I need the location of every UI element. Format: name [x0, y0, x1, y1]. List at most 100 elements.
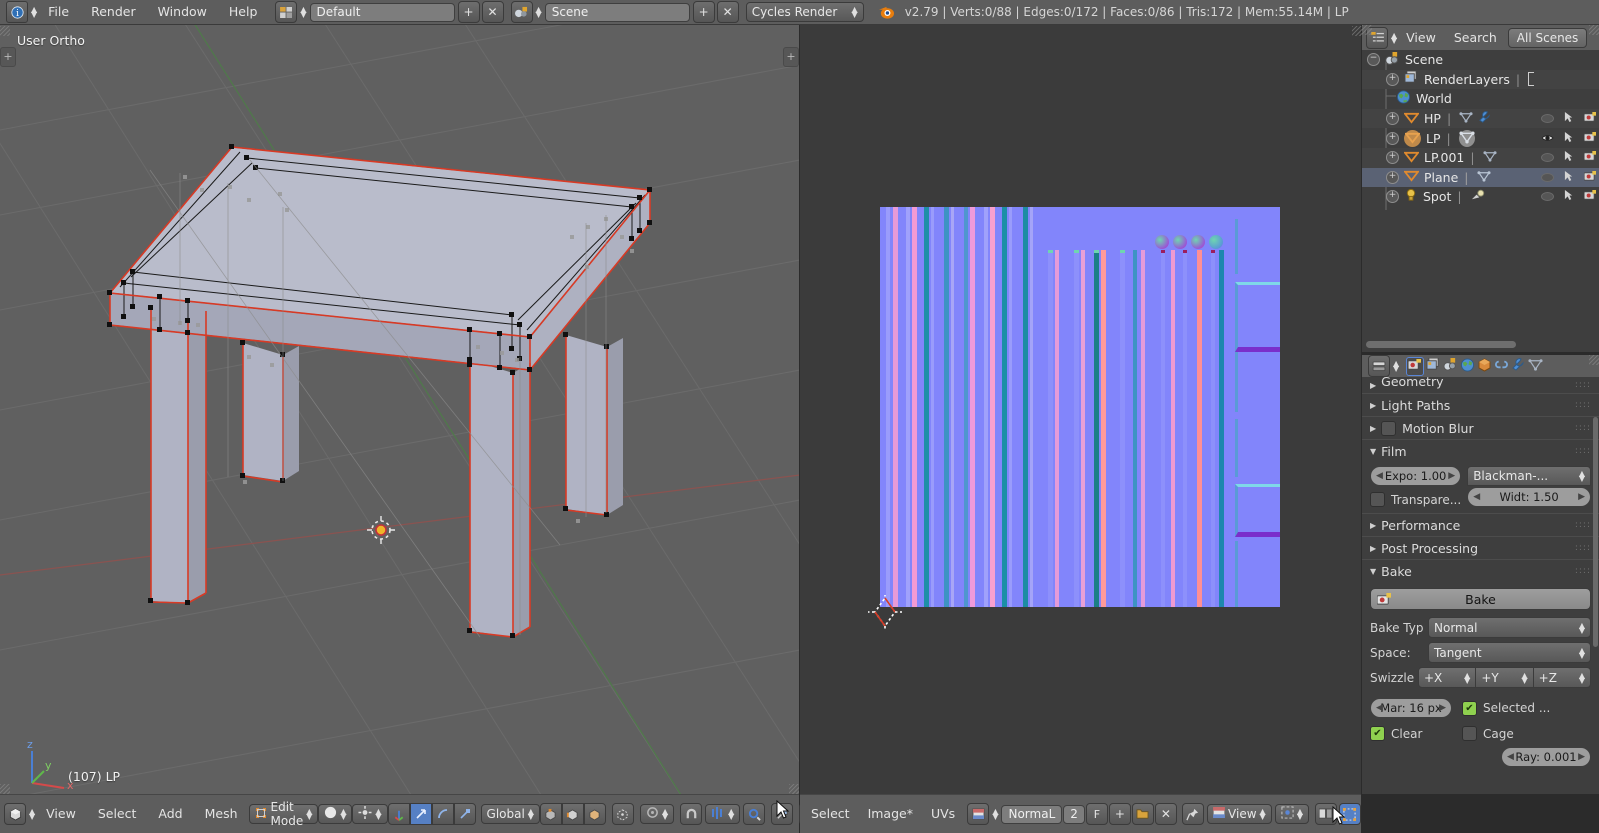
- properties-tabs[interactable]: [1406, 356, 1543, 376]
- area-corner-widget[interactable]: [1362, 25, 1372, 35]
- disclosure-triangle-icon[interactable]: +: [1386, 112, 1399, 126]
- rotate-manipulator-icon[interactable]: [431, 803, 454, 825]
- uv-menu-image[interactable]: Image*: [859, 801, 922, 827]
- translate-manipulator-icon[interactable]: [409, 803, 432, 825]
- panel-film[interactable]: ▼ Film ::::: [1362, 439, 1599, 462]
- outliner-restrict-columns[interactable]: [1541, 187, 1597, 207]
- menu-render[interactable]: Render: [80, 0, 147, 25]
- chevron-left-icon[interactable]: ◀: [1376, 471, 1383, 481]
- fake-user-button[interactable]: F: [1085, 803, 1108, 825]
- image-datablock-icon[interactable]: [967, 803, 990, 825]
- restrict-render-icon[interactable]: [1583, 189, 1597, 204]
- scene-selector[interactable]: ▲ ▼ Scene + ✕: [510, 1, 739, 23]
- snap-magnet-icon[interactable]: [680, 803, 703, 825]
- image-name-field[interactable]: NormaL: [1001, 804, 1063, 824]
- bake-type-row[interactable]: Bake Typ Normal ▲ ▼: [1370, 617, 1591, 638]
- outliner-row-lp001[interactable]: + LP.001 |: [1362, 147, 1599, 168]
- outliner-editor[interactable]: ▲ ▼ View Search All Scenes − Scene + Ren…: [1362, 25, 1599, 352]
- menu-file[interactable]: File: [37, 0, 80, 25]
- new-scene-button[interactable]: +: [692, 1, 715, 23]
- edge-select-icon[interactable]: [561, 803, 584, 825]
- image-users-count[interactable]: 2: [1063, 804, 1085, 824]
- uv-menu-uvs[interactable]: UVs: [922, 801, 964, 827]
- area-corner-widget[interactable]: [1589, 355, 1599, 365]
- panel-grip-icon[interactable]: ::::: [1575, 520, 1591, 530]
- disclosure-triangle-icon[interactable]: +: [1386, 131, 1399, 145]
- outliner-scope-toggle[interactable]: All Scenes: [1507, 27, 1588, 48]
- restrict-render-icon[interactable]: [1583, 170, 1597, 185]
- toolshelf-expand-tab[interactable]: +: [0, 47, 16, 67]
- film-filter-type-dropdown[interactable]: Blackman-... ▲ ▼: [1467, 466, 1591, 486]
- bake-button[interactable]: Bake: [1370, 588, 1591, 610]
- outliner-restrict-columns[interactable]: [1541, 109, 1597, 129]
- modifier-wrench-icon[interactable]: [1478, 110, 1492, 127]
- chevron-left-icon[interactable]: ◀: [1507, 752, 1514, 762]
- restrict-view-icon[interactable]: [1541, 192, 1554, 202]
- screen-layout-icon[interactable]: [275, 1, 298, 23]
- film-filter-width-slider[interactable]: ◀ Widt: 1.50 ▶: [1467, 487, 1591, 507]
- bake-clear-row[interactable]: ✔ Clear: [1370, 726, 1462, 741]
- panel-motion-blur[interactable]: ▶ Motion Blur ::::: [1362, 416, 1599, 439]
- panel-grip-icon[interactable]: ::::: [1575, 566, 1591, 576]
- uv-menu-select[interactable]: Select: [802, 801, 859, 827]
- panel-bake[interactable]: ▼ Bake ::::: [1362, 559, 1599, 582]
- bake-ray-distance-slider[interactable]: ◀ Ray: 0.001 ▶: [1501, 747, 1591, 767]
- pin-icon[interactable]: [1181, 803, 1204, 825]
- bake-space-row[interactable]: Space: Tangent ▲ ▼: [1370, 642, 1591, 663]
- open-image-icon[interactable]: [1131, 803, 1154, 825]
- editor-type-properties-icon[interactable]: [1368, 355, 1390, 377]
- properties-region-expand-tab[interactable]: +: [783, 47, 799, 67]
- occlude-geometry-icon[interactable]: [611, 803, 634, 825]
- restrict-select-icon[interactable]: [1564, 131, 1574, 146]
- mesh-select-mode-group[interactable]: [539, 803, 606, 825]
- proportional-edit-dropdown[interactable]: ▲ ▼: [639, 804, 675, 824]
- outliner-row-plane[interactable]: + Plane |: [1362, 167, 1599, 188]
- normal-map-image[interactable]: [880, 207, 1280, 607]
- chevron-right-icon[interactable]: ▶: [1578, 492, 1585, 502]
- 3d-viewport[interactable]: User Ortho + + (107) LP z y x: [0, 25, 799, 794]
- bake-ray-distance-row[interactable]: ◀ Ray: 0.001 ▶: [1370, 747, 1591, 767]
- outliner-row-hp[interactable]: + HP |: [1362, 108, 1599, 129]
- outliner-restrict-columns[interactable]: [1541, 128, 1597, 148]
- restrict-select-icon[interactable]: [1564, 111, 1574, 126]
- interaction-mode-dropdown[interactable]: Edit Mode ▲ ▼: [248, 800, 319, 828]
- outliner-restrict-columns[interactable]: [1541, 148, 1597, 168]
- viewport-menu-mesh[interactable]: Mesh: [194, 801, 249, 827]
- panel-performance[interactable]: ▶ Performance ::::: [1362, 513, 1599, 536]
- unlink-image-button[interactable]: ✕: [1154, 803, 1177, 825]
- panel-grip-icon[interactable]: ::::: [1575, 380, 1591, 390]
- area-corner-widget[interactable]: [789, 784, 799, 794]
- mesh-data-icon[interactable]: [1483, 150, 1497, 165]
- properties-panel-list[interactable]: ▶ Geometry :::: ▶ Light Paths :::: ▶ Mot…: [1362, 377, 1599, 792]
- editor-type-3dview-icon[interactable]: [4, 803, 26, 825]
- bake-selected-to-active-checkbox[interactable]: ✔: [1462, 700, 1477, 716]
- object-tab-icon[interactable]: [1477, 357, 1492, 375]
- outliner-row-world[interactable]: World: [1362, 89, 1599, 109]
- properties-vertical-scrollbar[interactable]: [1593, 417, 1598, 647]
- panel-light-paths[interactable]: ▶ Light Paths ::::: [1362, 393, 1599, 416]
- bake-margin-slider[interactable]: ◀ Mar: 16 px ▶: [1370, 698, 1452, 718]
- face-select-icon[interactable]: [583, 803, 606, 825]
- bake-swizzle-x-dropdown[interactable]: +X ▲ ▼: [1418, 667, 1477, 688]
- scale-manipulator-icon[interactable]: [453, 803, 476, 825]
- uv-image-editor[interactable]: [800, 25, 1361, 794]
- properties-editor-spinner[interactable]: ▲ ▼: [1393, 360, 1399, 373]
- lamp-data-icon[interactable]: [1470, 189, 1485, 205]
- film-transparent-row[interactable]: Transpare...: [1370, 492, 1461, 507]
- area-corner-widget[interactable]: [0, 784, 10, 794]
- mesh-data-icon[interactable]: [1476, 170, 1491, 185]
- manipulator-toggle-icon[interactable]: [387, 803, 410, 825]
- snap-target-closest-icon[interactable]: [743, 803, 766, 825]
- disclosure-triangle-icon[interactable]: +: [1386, 190, 1399, 204]
- outliner-tree[interactable]: − Scene + RenderLayers | World + HP | + …: [1362, 50, 1599, 210]
- bake-space-dropdown[interactable]: Tangent ▲ ▼: [1428, 642, 1591, 663]
- renderlayers-tab-icon[interactable]: [1426, 357, 1441, 374]
- scene-spinner[interactable]: ▲ ▼: [536, 6, 542, 19]
- bake-cage-row[interactable]: Cage: [1462, 726, 1514, 741]
- delete-scene-button[interactable]: ✕: [716, 1, 739, 23]
- outliner-row-scene[interactable]: − Scene: [1362, 50, 1599, 70]
- panel-geometry[interactable]: ▶ Geometry ::::: [1362, 377, 1599, 393]
- outliner-row-spot[interactable]: + Spot |: [1362, 187, 1599, 207]
- mesh-data-icon[interactable]: [1458, 129, 1475, 147]
- outliner-horizontal-scrollbar[interactable]: [1366, 341, 1516, 348]
